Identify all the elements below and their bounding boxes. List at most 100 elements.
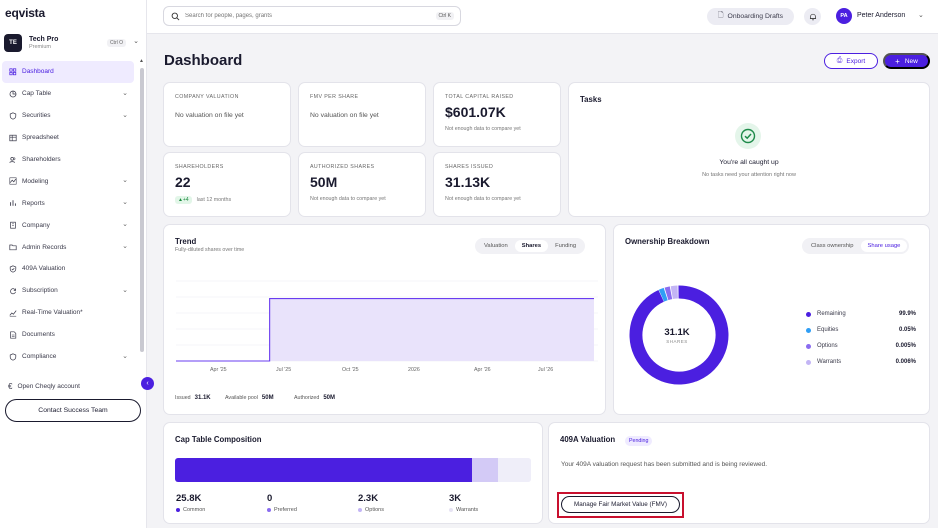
sidebar-scrollbar[interactable] [140,68,144,352]
trend-up-badge: ▲+4 [175,196,192,204]
trend-footer-value: 31.1K [194,395,211,401]
legend-value: 0.05% [898,327,916,333]
stat-label: Options [365,507,384,513]
user-name[interactable]: Peter Anderson [857,12,905,19]
trend-card: Trend Fully-diluted shares over time Val… [163,224,606,415]
sidebar-item-dashboard[interactable]: Dashboard [2,61,134,83]
valuation-409a-text: Your 409A valuation request has been sub… [561,461,768,468]
chevron-down-icon: ⌄ [122,243,128,251]
sidebar-item-securities[interactable]: Securities ⌄ [2,105,134,127]
app-root: eqvista TE Tech Pro Premium Ctrl O ⌄ Das… [0,0,938,528]
stat-label: Preferred [274,507,297,513]
sidebar-item-cap-table[interactable]: Cap Table ⌄ [2,83,134,105]
stat-value: 2.3K [358,493,379,504]
legend-dot [806,343,811,349]
legend-value: 0.006% [895,359,916,365]
cap-table-composition-card: Cap Table Composition 25.8K Common 0 Prefer… [163,422,543,524]
chevron-down-icon[interactable]: ⌄ [918,11,924,19]
x-tick-label: Oct '25 [342,367,359,373]
stat-value: 3K [449,493,462,504]
contact-success-team-button[interactable]: Contact Success Team [5,399,141,422]
sidebar-item-label: Dashboard [22,68,54,76]
topbar: Ctrl K 🗋 Onboarding Drafts PA Peter Ande… [147,0,938,34]
sidebar-item-label: Compliance [22,353,57,361]
sidebar-item-subscription[interactable]: Subscription ⌄ [2,280,134,302]
trend-footer-value: 50M [261,395,274,401]
trend-footer-value: 50M [323,395,335,401]
ownership-title: Ownership Breakdown [625,237,710,246]
stat-label-row: Warrants [449,507,478,513]
tasks-sub: No tasks need your attention right now [702,172,796,178]
kpi-label: AUTHORIZED SHARES [310,164,375,170]
document-icon: 🗋 [717,12,724,19]
tab-class-ownership[interactable]: Class ownership [804,240,861,252]
legend-dot [806,359,811,365]
scroll-up-icon[interactable]: ▲ [139,58,144,64]
sidebar-item-label: Reports [22,199,45,207]
search-icon [171,12,180,20]
sidebar-item-modeling[interactable]: Modeling ⌄ [2,170,134,192]
valuation-409a-card: 409A Valuation Pending Your 409A valuati… [548,422,930,524]
sidebar-item-company[interactable]: Company ⌄ [2,214,134,236]
trend-tabs: Valuation Shares Funding [475,238,586,254]
search-box[interactable]: Ctrl K [163,6,461,26]
cap-table-stat-common: 25.8K Common [176,493,205,513]
kpi-company-valuation: COMPANY VALUATION No valuation on file y… [163,82,291,147]
sidebar-item-spreadsheet[interactable]: Spreadsheet [2,127,134,149]
kpi-sub: ▲+4 last 12 months [175,196,231,204]
legend-item-remaining: Remaining 99.9% [806,309,916,319]
sidebar-item-reports[interactable]: Reports ⌄ [2,192,134,214]
open-cheqly-link[interactable]: € Open Cheqly account [8,382,80,391]
cheqly-icon: € [8,382,13,391]
tab-shares[interactable]: Shares [514,240,549,252]
trend-footer-stat: Available pool 50M [225,395,274,401]
kpi-value: 31.13K [445,174,491,190]
onboarding-drafts-button[interactable]: 🗋 Onboarding Drafts [707,8,794,25]
legend-label: Warrants [817,359,842,365]
x-tick-label: 2026 [408,367,420,373]
donut-center: 31.1K SHARES [629,327,725,344]
kpi-value: $601.07K [445,104,506,120]
stat-dot [267,508,271,512]
sidebar-item-compliance[interactable]: Compliance ⌄ [2,346,134,368]
sidebar-item-admin-records[interactable]: Admin Records ⌄ [2,236,134,258]
kpi-value: 22 [175,174,191,190]
legend-dot [806,311,811,317]
search-input[interactable] [185,13,425,19]
notifications-button[interactable] [804,8,821,25]
tab-funding[interactable]: Funding [548,240,583,252]
stat-value: 0 [267,493,273,504]
cap-table-bar-segment [497,458,531,482]
search-shortcut: Ctrl K [435,12,454,20]
shield-check-icon [8,264,17,273]
donut-center-label: SHARES [666,339,688,344]
sidebar-item-shareholders[interactable]: Shareholders [2,149,134,171]
sidebar-item-documents[interactable]: Documents [2,324,134,346]
chevron-left-icon: ‹ [146,380,149,387]
stat-label-row: Common [176,507,205,513]
sidebar-item-label: Real-Time Valuation* [22,309,83,317]
kpi-authorized-shares: AUTHORIZED SHARES 50M Not enough data to… [298,152,426,217]
tab-valuation[interactable]: Valuation [477,240,515,252]
company-avatar: TE [4,34,22,52]
trend-line-icon [8,308,17,317]
sidebar-item-label: Shareholders [22,156,61,163]
sidebar-item-409a-valuation[interactable]: 409A Valuation [2,258,134,280]
tab-share-usage[interactable]: Share usage [860,240,908,252]
x-tick-label: Jul '25 [276,367,292,373]
export-button[interactable]: ⎙ Export [824,53,878,69]
kpi-label: SHARES ISSUED [445,164,494,170]
manage-fmv-button[interactable]: Manage Fair Market Value (FMV) [561,496,680,513]
new-button[interactable]: + New [883,53,930,69]
user-avatar[interactable]: PA [836,8,852,24]
sidebar-item-label: Subscription [22,287,58,295]
export-label: Export [846,57,866,65]
company-switcher[interactable]: TE Tech Pro Premium Ctrl O ⌄ [4,32,143,54]
legend-label: Remaining [817,311,846,317]
collapse-sidebar-button[interactable]: ‹ [141,377,154,390]
trend-footer-label: Authorized [294,395,320,401]
ownership-tabs: Class ownership Share usage [802,238,910,254]
chevron-down-icon: ⌄ [122,177,128,185]
bar-chart-icon [8,199,17,208]
sidebar-item-real-time-valuation[interactable]: Real-Time Valuation* [2,302,134,324]
